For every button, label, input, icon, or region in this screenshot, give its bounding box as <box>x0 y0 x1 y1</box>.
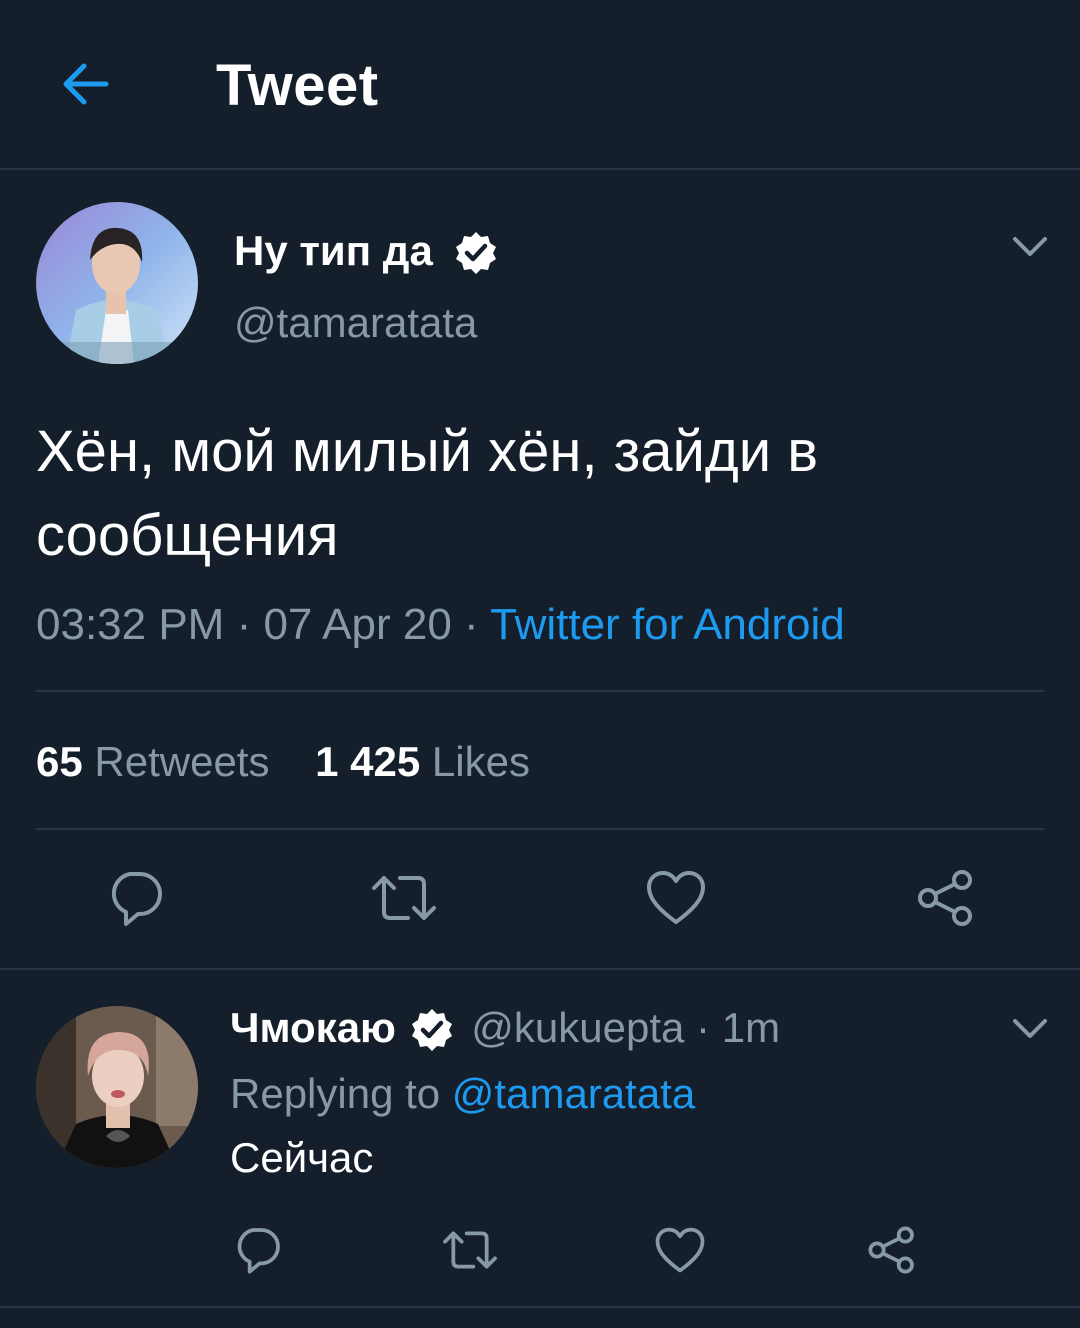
verified-badge-icon <box>454 227 498 281</box>
replying-prefix: Replying to <box>230 1070 452 1117</box>
page-title: Tweet <box>216 53 379 118</box>
arrow-left-icon[interactable] <box>58 58 114 110</box>
tweet-text: Хён, мой милый хён, зайди в сообщения <box>36 419 819 568</box>
likes-label: Likes <box>431 738 530 785</box>
divider <box>36 828 1044 830</box>
like-button[interactable] <box>636 862 716 934</box>
reply-like-button[interactable] <box>646 1218 714 1282</box>
replying-to-handle[interactable]: @tamaratata <box>452 1070 695 1117</box>
top-bar: Tweet <box>0 0 1080 168</box>
header-divider <box>0 168 1080 170</box>
reply-button[interactable] <box>96 862 176 934</box>
tweet-meta: 03:32 PM · 07 Apr 20 · Twitter for Andro… <box>36 597 845 653</box>
divider <box>36 690 1044 692</box>
reply-retweet-button[interactable] <box>434 1218 506 1282</box>
author-avatar[interactable] <box>36 202 198 364</box>
tweet-time: 03:32 PM <box>36 600 225 649</box>
reply-author-avatar[interactable] <box>36 1006 198 1168</box>
meta-separator: · <box>224 600 264 649</box>
likes-count: 1 425 <box>315 738 421 785</box>
author-handle[interactable]: @tamaratata <box>234 296 477 350</box>
author-name-row[interactable]: Ну тип да <box>234 224 498 281</box>
retweet-icon <box>372 876 436 920</box>
share-button[interactable] <box>906 862 986 934</box>
reply-share-button[interactable] <box>858 1218 926 1282</box>
replying-to: Replying to @tamaratata <box>230 1066 695 1122</box>
chevron-down-icon[interactable] <box>1012 1018 1048 1040</box>
retweets-stat[interactable]: 65 Retweets <box>36 738 269 785</box>
tweet-stats: 65 Retweets 1 425 Likes <box>36 735 530 789</box>
reply-icon <box>237 1228 280 1274</box>
retweets-label: Retweets <box>94 738 270 785</box>
verified-badge-icon <box>410 1003 454 1059</box>
tweet-date: 07 Apr 20 <box>263 600 452 649</box>
tweet-source-link[interactable]: Twitter for Android <box>490 600 845 649</box>
like-icon <box>647 871 705 924</box>
retweets-count: 65 <box>36 738 83 785</box>
reply-icon <box>111 872 162 926</box>
divider <box>0 968 1080 970</box>
retweet-button[interactable] <box>364 862 444 934</box>
meta-separator: · <box>451 600 491 649</box>
reply-author-handle[interactable]: @kukuepta <box>471 1004 684 1051</box>
likes-stat[interactable]: 1 425 Likes <box>315 738 530 785</box>
reply-author-name[interactable]: Чмокаю <box>230 1004 396 1051</box>
reply-text: Сейчас <box>230 1134 374 1181</box>
chevron-down-icon[interactable] <box>1012 236 1048 258</box>
author-name[interactable]: Ну тип да <box>234 227 433 274</box>
retweet-icon <box>443 1231 497 1269</box>
like-icon <box>655 1227 705 1272</box>
meta-separator: · <box>684 1004 722 1051</box>
reply-reply-button[interactable] <box>224 1218 292 1282</box>
reply-header: Чмокаю @kukuepta · 1m <box>230 1000 780 1059</box>
divider <box>0 1306 1080 1308</box>
reply-time: 1m <box>721 1004 781 1051</box>
share-icon <box>918 870 972 926</box>
share-icon <box>868 1226 914 1274</box>
